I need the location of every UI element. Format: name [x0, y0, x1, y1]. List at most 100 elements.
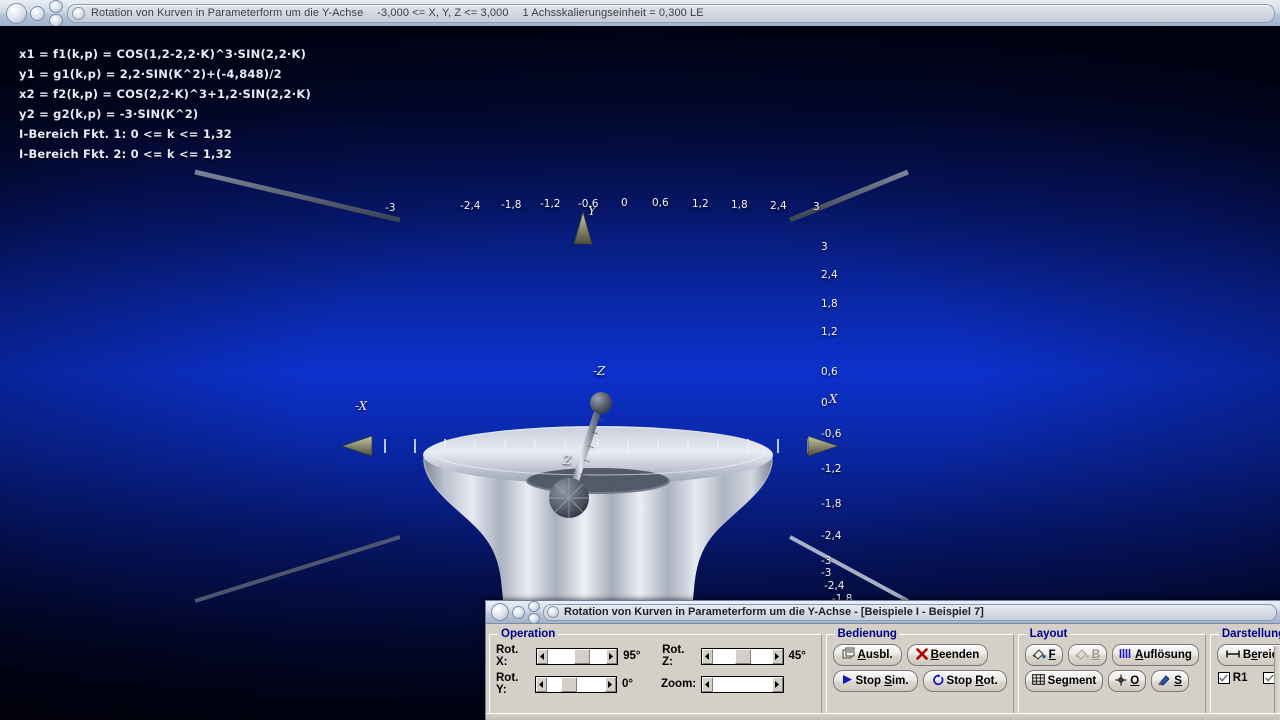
dialog-statusbar [486, 713, 1280, 720]
stop-rot-button[interactable]: Stop Rot. [922, 670, 1007, 692]
dialog-restore-button-icon[interactable] [528, 612, 540, 624]
application-window: Rotation von Kurven in Parameterform um … [0, 0, 1280, 720]
stop-sim-label: Stop Sim. [855, 675, 909, 687]
beenden-button[interactable]: Beenden [906, 644, 989, 666]
rot-y-label: Rot. Y: [496, 672, 519, 696]
dialog-scrollbar[interactable] [1274, 646, 1280, 720]
window-controls[interactable] [0, 0, 63, 27]
ausbl-button[interactable]: Ausbl. [832, 644, 902, 666]
rot-y-increment-icon[interactable] [605, 676, 616, 692]
stop-sim-button[interactable]: Stop Sim. [832, 670, 918, 692]
window-extra-buttons[interactable] [49, 0, 63, 27]
rot-y-decrement-icon[interactable] [535, 676, 547, 692]
right-axis-tick: -3 [821, 555, 832, 567]
layout-s-button[interactable]: S [1151, 670, 1189, 692]
r1-checkbox-row[interactable]: R1 [1217, 672, 1248, 684]
right-axis-tick: 3 [821, 241, 828, 253]
top-axis-tick: -1,2 [540, 198, 561, 210]
rot-x-slider[interactable] [535, 647, 619, 665]
titlebar-text-field: Rotation von Kurven in Parameterform um … [67, 3, 1275, 23]
rot-x-label: Rot. X: [496, 644, 519, 668]
rot-y-slider[interactable] [534, 675, 617, 693]
rot-z-track[interactable] [713, 648, 772, 664]
layout-row-2: Segment O S [1024, 670, 1199, 692]
rot-x-value: 95° [623, 650, 641, 662]
title-main: Rotation von Kurven in Parameterform um … [91, 7, 364, 19]
paint-fill-icon [1032, 648, 1046, 663]
group-bedienung: Bedienung Ausbl. Beenden Stop Sim. Stop … [825, 628, 1014, 720]
checkmark-icon [1219, 674, 1229, 682]
rot-y-value: 0° [622, 678, 633, 690]
zoom-track[interactable] [713, 676, 772, 692]
close-button-icon[interactable] [6, 2, 27, 24]
rot-x-increment-icon[interactable] [606, 648, 618, 664]
group-layout-legend: Layout [1029, 628, 1068, 640]
rot-x-decrement-icon[interactable] [536, 648, 548, 664]
restore-button-icon[interactable] [49, 13, 63, 27]
top-axis-tick: 3 [813, 201, 820, 213]
dialog-titlebar: Rotation von Kurven in Parameterform um … [486, 601, 1280, 624]
depth-axis-tick: -3 [821, 567, 832, 579]
rot-y-track[interactable] [546, 676, 605, 692]
app-icon [72, 6, 85, 20]
group-operation: Operation Rot. X: 95° Rot. Z: 45° Rot. Y… [489, 628, 822, 720]
range-span-icon [1226, 649, 1240, 662]
layout-f-button[interactable]: F [1024, 644, 1063, 666]
zoom-slider[interactable] [701, 675, 784, 693]
checkmark-icon [1265, 674, 1274, 682]
dialog-close-button-icon[interactable] [491, 603, 509, 621]
dialog-app-icon [547, 606, 559, 618]
darstellung-checkboxes: R1 R2 [1217, 672, 1280, 684]
right-axis-tick: -1,8 [821, 498, 842, 510]
bedienung-row-2: Stop Sim. Stop Rot. [832, 670, 1007, 692]
rot-x-track[interactable] [547, 648, 607, 664]
ausbl-label: Ausbl. [857, 649, 893, 661]
rot-z-thumb[interactable] [735, 648, 752, 664]
rot-y-thumb[interactable] [560, 676, 577, 692]
main-titlebar: Rotation von Kurven in Parameterform um … [0, 0, 1280, 27]
paint-fill-disabled-icon [1075, 648, 1089, 663]
segment-button[interactable]: Segment [1024, 670, 1104, 692]
dialog-maximize-button-icon[interactable] [528, 601, 540, 612]
r1-checkbox[interactable] [1217, 672, 1230, 684]
right-axis-tick: 1,2 [821, 326, 838, 338]
rot-z-decrement-icon[interactable] [702, 648, 714, 664]
dialog-body: Operation Rot. X: 95° Rot. Z: 45° Rot. Y… [486, 624, 1280, 720]
rot-z-increment-icon[interactable] [771, 648, 783, 664]
right-axis-tick: -0,6 [821, 428, 842, 440]
play-icon [842, 674, 853, 688]
darstellung-row-1: Bereich [1216, 644, 1280, 666]
control-dialog[interactable]: Rotation von Kurven in Parameterform um … [485, 600, 1280, 720]
rotate-icon [932, 673, 944, 689]
rot-z-slider[interactable] [701, 647, 784, 665]
minimize-button-icon[interactable] [30, 5, 45, 21]
r1-label: R1 [1232, 672, 1248, 684]
rot-z-label: Rot. Z: [662, 644, 685, 668]
operation-row-2: Rot. Y: 0° Zoom: [496, 672, 815, 696]
right-axis-tick: 0 [821, 397, 828, 409]
axis-label-z-positive: Z [563, 453, 572, 467]
right-axis-tick: 0,6 [821, 366, 838, 378]
top-axis-tick: -1,8 [501, 199, 522, 211]
layout-f-label: F [1048, 649, 1056, 661]
right-axis-tick: 2,4 [821, 269, 838, 281]
bereich-button[interactable]: Bereich [1216, 644, 1280, 666]
title-scale: 1 Achsskalierungseinheit = 0,300 LE [522, 7, 704, 19]
dialog-minimize-button-icon[interactable] [512, 605, 525, 619]
group-bedienung-legend: Bedienung [837, 628, 897, 640]
dialog-window-controls[interactable] [486, 601, 540, 624]
rot-x-thumb[interactable] [573, 648, 590, 664]
dialog-extra-buttons[interactable] [528, 601, 540, 624]
zoom-decrement-icon[interactable] [702, 676, 714, 692]
maximize-button-icon[interactable] [49, 0, 63, 13]
aufloesung-button[interactable]: Auflösung [1112, 644, 1199, 666]
layout-b-button[interactable]: B [1067, 644, 1108, 666]
beenden-label: Beenden [930, 649, 980, 661]
group-darstellung: Darstellung Bereich [1209, 628, 1280, 720]
operation-row-1: Rot. X: 95° Rot. Z: 45° [496, 644, 815, 668]
zoom-increment-icon[interactable] [771, 676, 783, 692]
segment-label: Segment [1047, 675, 1097, 687]
layout-o-button[interactable]: O [1108, 670, 1147, 692]
layout-row-1: F B Auflösung [1024, 644, 1199, 666]
group-operation-legend: Operation [501, 628, 556, 640]
